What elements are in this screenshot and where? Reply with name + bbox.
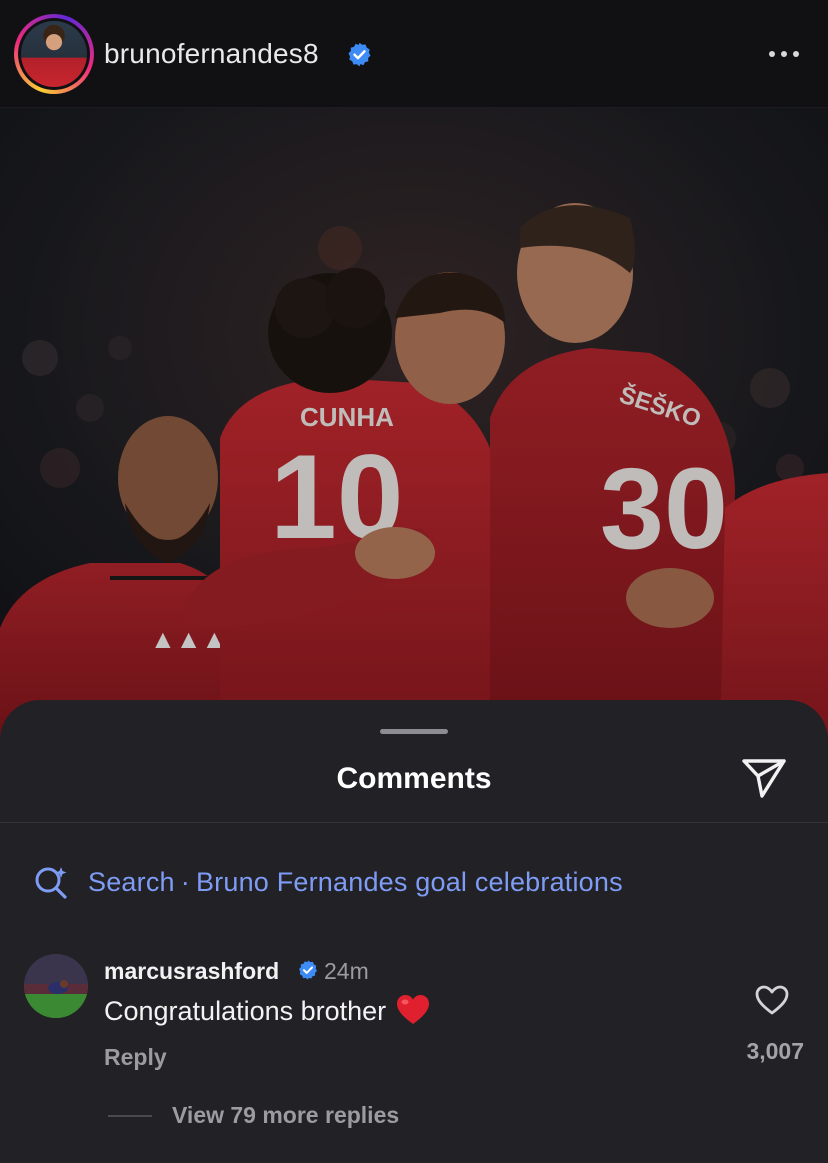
sheet-divider	[0, 822, 828, 823]
search-query: Bruno Fernandes goal celebrations	[195, 866, 623, 897]
drag-handle[interactable]	[380, 729, 448, 734]
view-replies-button[interactable]: View 79 more replies	[108, 1102, 399, 1129]
comments-sheet: Comments Search · Bruno Fernandes goal cel…	[0, 700, 828, 1163]
search-sparkle-icon	[35, 867, 67, 899]
post-photo-illustration: ▲▲▲ CUNHA 10 ŠEŠKO 30	[0, 108, 828, 748]
verified-badge-icon	[348, 42, 371, 67]
replies-line	[108, 1114, 152, 1117]
comments-title: Comments	[336, 762, 492, 795]
reply-button[interactable]: Reply	[104, 1044, 167, 1071]
comment-body: Congratulations brother	[104, 996, 387, 1026]
commenter-avatar[interactable]	[24, 954, 88, 1018]
post-header: brunofernandes8	[0, 0, 828, 108]
search-label: Search	[88, 866, 175, 897]
verified-badge-icon	[299, 960, 317, 980]
post-username[interactable]: brunofernandes8	[104, 38, 319, 70]
profile-avatar	[21, 21, 87, 87]
view-replies-label: View 79 more replies	[172, 1102, 400, 1128]
commenter-avatar-image	[24, 954, 88, 1018]
avatar-ring-inner	[18, 18, 90, 90]
comment-text: Congratulations brother	[104, 994, 430, 1027]
comment-username[interactable]: marcusrashford	[104, 958, 279, 985]
comment-item: marcusrashford 24m Congratulations broth…	[24, 954, 814, 1084]
post-photo[interactable]: ▲▲▲ CUNHA 10 ŠEŠKO 30	[0, 108, 828, 748]
comment-timestamp: 24m	[324, 958, 369, 984]
search-suggestion-text: Search · Bruno Fernandes goal celebrations	[88, 867, 623, 898]
send-icon[interactable]	[740, 756, 788, 800]
heart-outline-icon[interactable]	[754, 984, 790, 1016]
more-horizontal-icon[interactable]	[766, 44, 802, 64]
profile-avatar-story-ring[interactable]	[14, 14, 94, 94]
comment-like-count: 3,007	[746, 1038, 804, 1064]
red-heart-emoji-icon	[397, 995, 430, 1024]
search-suggestion[interactable]: Search · Bruno Fernandes goal celebrations	[34, 862, 623, 902]
search-separator: ·	[180, 866, 190, 897]
